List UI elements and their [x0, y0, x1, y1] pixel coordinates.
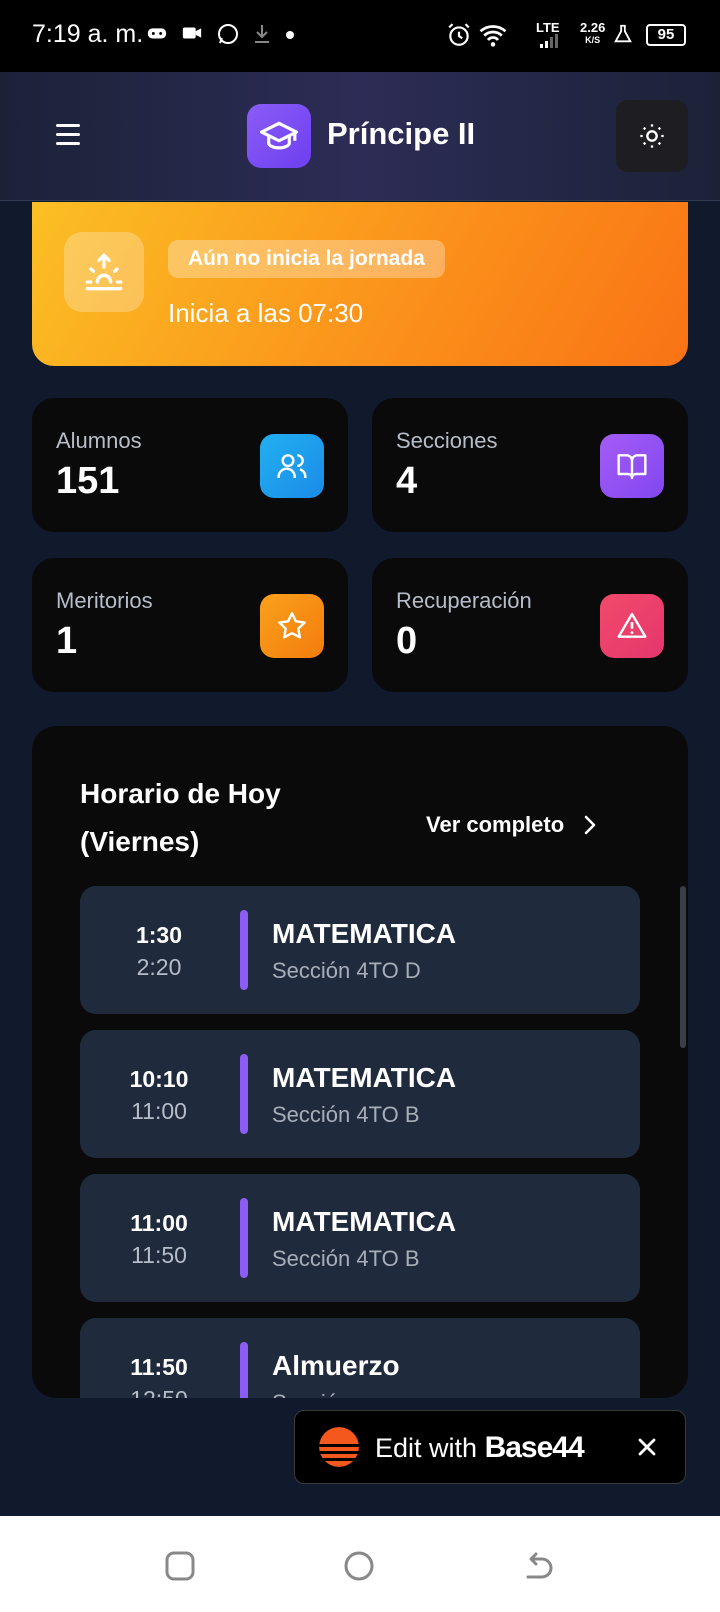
stat-label: Alumnos	[56, 428, 142, 453]
system-navigation-bar	[0, 1516, 720, 1612]
class-start-time: 11:50	[130, 1354, 188, 1380]
whatsapp-icon	[218, 24, 238, 44]
alarm-icon	[448, 23, 470, 46]
graduation-cap-icon	[247, 104, 311, 168]
class-end-time: 12:50	[80, 1386, 238, 1398]
class-end-time: 11:50	[131, 1242, 187, 1268]
app-header: Príncipe II	[0, 72, 720, 201]
close-icon[interactable]	[633, 1433, 661, 1461]
today-schedule-panel: Horario de Hoy (Viernes) Ver completo 1:…	[32, 726, 688, 1398]
sunrise-icon	[64, 232, 144, 312]
schedule-item[interactable]: 11:00 11:50 MATEMATICA Sección 4TO B	[80, 1174, 640, 1302]
accent-bar	[240, 1342, 248, 1398]
stat-card-meritorios[interactable]: Meritorios 1	[32, 558, 348, 692]
chevron-right-icon	[584, 815, 596, 835]
home-icon[interactable]	[343, 1550, 375, 1582]
class-subject: MATEMATICA	[272, 1206, 457, 1237]
stat-value: 0	[396, 620, 418, 662]
class-subject: Almuerzo	[272, 1350, 400, 1381]
scrollbar[interactable]	[680, 886, 686, 1048]
stat-label: Meritorios	[56, 588, 153, 613]
network-speed: 2.26 K/S	[580, 20, 606, 45]
class-subject: MATEMATICA	[272, 918, 457, 949]
edit-with-label: Edit with Base44	[375, 1431, 585, 1464]
class-start-time: 10:10	[129, 1066, 189, 1092]
video-camera-icon	[182, 27, 202, 39]
users-icon	[260, 434, 324, 498]
stat-value: 1	[56, 620, 78, 662]
schedule-item[interactable]: 10:10 11:00 MATEMATICA Sección 4TO B	[80, 1030, 640, 1158]
stat-label: Recuperación	[396, 588, 532, 613]
view-full-label: Ver completo	[426, 812, 565, 837]
schedule-item[interactable]: 1:30 2:20 MATEMATICA Sección 4TO D	[80, 886, 640, 1014]
status-time: 7:19 a. m.	[32, 20, 144, 48]
schedule-title: Horario de Hoy (Viernes)	[80, 778, 281, 857]
app-title: Príncipe II	[327, 116, 476, 151]
recent-apps-icon[interactable]	[164, 1550, 196, 1582]
stat-card-secciones[interactable]: Secciones 4	[372, 398, 688, 532]
class-end-time: 11:00	[131, 1098, 187, 1124]
class-start-time: 1:30	[135, 922, 183, 948]
signal-icon	[540, 34, 558, 48]
edit-with-base44-toast[interactable]: Edit with Base44	[294, 1410, 686, 1484]
stat-card-alumnos[interactable]: Alumnos 151	[32, 398, 348, 532]
stat-value: 151	[56, 460, 120, 502]
gamepad-icon	[147, 28, 167, 39]
stat-label: Secciones	[396, 428, 498, 453]
sun-icon	[640, 124, 664, 148]
class-section: Sección 4TO D	[272, 958, 421, 983]
class-section: Sección 4TO B	[272, 1102, 420, 1127]
start-time-text: Inicia a las 07:30	[168, 298, 364, 328]
flask-icon	[614, 24, 632, 43]
status-badge: Aún no inicia la jornada	[168, 240, 445, 278]
book-open-icon	[600, 434, 664, 498]
status-bar: 7:19 a. m. LTE 2.26 K/S 95	[0, 0, 720, 72]
class-end-time: 2:20	[136, 954, 182, 980]
class-subject: MATEMATICA	[272, 1062, 457, 1093]
wifi-icon	[479, 25, 507, 47]
accent-bar	[240, 1054, 248, 1134]
star-icon	[260, 594, 324, 658]
stat-card-recuperacion[interactable]: Recuperación 0	[372, 558, 688, 692]
back-icon[interactable]	[524, 1550, 556, 1582]
schedule-item[interactable]: 11:50 12:50 Almuerzo Sección	[80, 1318, 640, 1398]
battery-icon: 95	[646, 24, 686, 46]
class-section: Sección 4TO B	[272, 1246, 420, 1271]
alert-triangle-icon	[600, 594, 664, 658]
base44-logo-icon	[319, 1427, 359, 1467]
class-start-time: 11:00	[130, 1210, 188, 1236]
view-full-schedule-link[interactable]: Ver completo	[426, 812, 598, 838]
workday-status-banner: Aún no inicia la jornada Inicia a las 07…	[32, 202, 688, 366]
accent-bar	[240, 1198, 248, 1278]
dot-icon	[286, 31, 294, 39]
theme-toggle-button[interactable]	[616, 100, 688, 172]
stat-value: 4	[396, 460, 418, 502]
accent-bar	[240, 910, 248, 990]
hamburger-menu-icon[interactable]	[48, 118, 88, 154]
class-section: Sección	[272, 1390, 350, 1398]
download-icon	[255, 25, 269, 43]
network-type: LTE	[536, 20, 560, 35]
